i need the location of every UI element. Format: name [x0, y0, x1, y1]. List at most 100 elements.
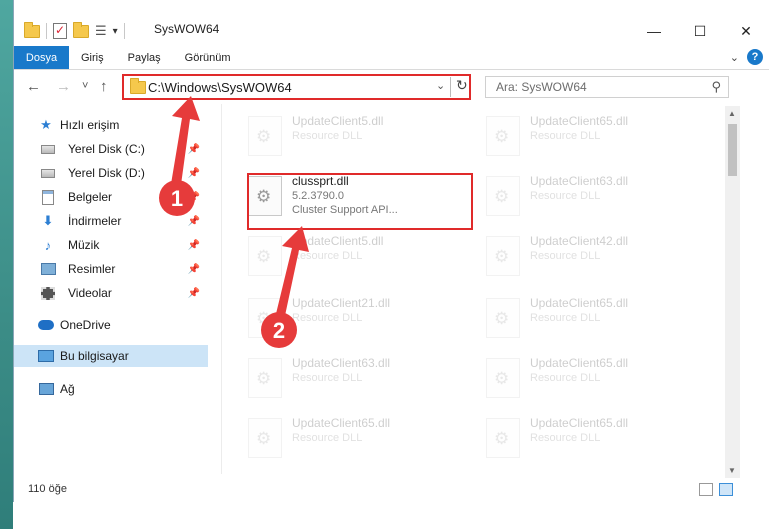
- computer-icon: [38, 350, 54, 362]
- ribbon: Dosya Giriş Paylaş Görünüm ⌄ ?: [14, 46, 769, 70]
- file-item[interactable]: UpdateClient65.dll Resource DLL: [242, 412, 472, 470]
- file-item[interactable]: UpdateClient63.dll Resource DLL: [242, 352, 472, 410]
- sidebar-item-network[interactable]: Ağ: [14, 378, 208, 400]
- file-item[interactable]: UpdateClient42.dll Resource DLL: [480, 230, 710, 288]
- refresh-icon[interactable]: ↻: [456, 77, 468, 94]
- tab-file[interactable]: Dosya: [14, 46, 69, 69]
- help-icon[interactable]: ?: [747, 49, 763, 65]
- file-description: Resource DLL: [530, 250, 601, 262]
- vertical-scrollbar[interactable]: ▲ ▼: [725, 106, 740, 478]
- new-folder-icon[interactable]: [73, 21, 89, 38]
- scroll-up-icon[interactable]: ▲: [728, 109, 736, 118]
- sidebar-item-local-disk-d[interactable]: Yerel Disk (D:) 📌: [14, 162, 208, 184]
- navigation-bar: ← → ˅ ↑ C:\Windows\SysWOW64 ⌄ ↻ Ara: Sys…: [14, 70, 769, 104]
- sidebar-item-label: Bu bilgisayar: [60, 349, 129, 363]
- details-view-icon[interactable]: [699, 483, 713, 496]
- documents-icon: [42, 189, 54, 205]
- music-icon: ♪: [44, 237, 52, 253]
- minimize-button[interactable]: —: [631, 18, 677, 44]
- file-name: UpdateClient65.dll: [530, 296, 629, 310]
- back-button[interactable]: ←: [26, 78, 41, 95]
- divider: [46, 23, 47, 39]
- window-title: SysWOW64: [154, 22, 220, 36]
- navigation-pane: ★ Hızlı erişim Yerel Disk (C:) 📌 Yerel D…: [14, 106, 210, 472]
- file-name: UpdateClient21.dll: [292, 296, 391, 310]
- scroll-down-icon[interactable]: ▼: [728, 466, 736, 475]
- explorer-window: ☰ ▾ SysWOW64 — ☐ ✕ Dosya Giriş Paylaş Gö…: [13, 0, 769, 529]
- pin-icon[interactable]: 📌: [188, 240, 200, 251]
- tab-home[interactable]: Giriş: [69, 46, 116, 69]
- sidebar-item-this-pc[interactable]: Bu bilgisayar: [14, 345, 208, 367]
- sidebar-item-label: Resimler: [68, 262, 116, 276]
- address-text[interactable]: C:\Windows\SysWOW64: [148, 80, 292, 95]
- network-icon: [38, 383, 54, 395]
- sidebar-item-local-disk-c[interactable]: Yerel Disk (C:) 📌: [14, 138, 208, 160]
- tab-share[interactable]: Paylaş: [116, 46, 173, 69]
- divider: [450, 77, 451, 97]
- dll-file-icon: [248, 418, 282, 458]
- window-bottom-edge: [13, 502, 769, 529]
- sidebar-item-documents[interactable]: Belgeler 📌: [14, 186, 208, 208]
- file-item[interactable]: UpdateClient63.dll Resource DLL: [480, 170, 710, 228]
- sidebar-item-downloads[interactable]: ⬇ İndirmeler 📌: [14, 210, 208, 232]
- pin-icon[interactable]: 📌: [188, 264, 200, 275]
- dll-file-icon: [486, 176, 520, 216]
- file-item[interactable]: UpdateClient65.dll Resource DLL: [480, 352, 710, 410]
- expand-ribbon-icon[interactable]: ⌄: [730, 51, 739, 64]
- tiles-view-icon[interactable]: [719, 483, 733, 496]
- address-dropdown-icon[interactable]: ⌄: [436, 79, 445, 92]
- drive-icon: [41, 168, 55, 178]
- dll-file-icon: [486, 418, 520, 458]
- forward-button[interactable]: →: [56, 78, 71, 95]
- dll-file-icon: [248, 298, 282, 338]
- customize-toolbar-icon[interactable]: ▾: [113, 26, 118, 37]
- close-button[interactable]: ✕: [723, 18, 769, 44]
- folder-icon: [24, 21, 40, 38]
- sidebar-item-quick-access[interactable]: ★ Hızlı erişim: [14, 114, 208, 136]
- title-bar: ☰ ▾ SysWOW64 — ☐ ✕: [14, 0, 769, 46]
- sidebar-item-music[interactable]: ♪ Müzik 📌: [14, 234, 208, 256]
- cloud-icon: [38, 320, 54, 330]
- tab-view[interactable]: Görünüm: [173, 46, 243, 69]
- search-placeholder: Ara: SysWOW64: [496, 80, 587, 94]
- up-button[interactable]: ↑: [100, 78, 108, 95]
- download-icon: ⬇: [42, 213, 54, 228]
- file-name: UpdateClient65.dll: [292, 416, 391, 430]
- file-item[interactable]: UpdateClient65.dll Resource DLL: [480, 110, 710, 168]
- pin-icon[interactable]: 📌: [188, 216, 200, 227]
- scrollbar-thumb[interactable]: [728, 124, 737, 176]
- file-name: UpdateClient65.dll: [530, 356, 629, 370]
- file-description: Resource DLL: [530, 190, 601, 202]
- pin-icon[interactable]: 📌: [188, 192, 200, 203]
- file-description: Resource DLL: [292, 130, 363, 142]
- sidebar-item-pictures[interactable]: Resimler 📌: [14, 258, 208, 280]
- pin-icon[interactable]: 📌: [188, 168, 200, 179]
- file-item[interactable]: UpdateClient21.dll Resource DLL: [242, 292, 472, 350]
- search-input[interactable]: Ara: SysWOW64 ⚲: [485, 76, 729, 98]
- highlight-box: [247, 173, 473, 230]
- file-description: Resource DLL: [292, 372, 363, 384]
- file-item[interactable]: UpdateClient65.dll Resource DLL: [480, 292, 710, 350]
- file-description: Resource DLL: [530, 312, 601, 324]
- desktop-background: [0, 0, 13, 529]
- file-description: Resource DLL: [530, 432, 601, 444]
- file-item[interactable]: UpdateClient5.dll Resource DLL: [242, 230, 472, 288]
- file-description: Resource DLL: [530, 130, 601, 142]
- address-bar[interactable]: C:\Windows\SysWOW64 ⌄ ↻: [122, 74, 471, 100]
- properties-icon[interactable]: [53, 23, 67, 39]
- quick-access-toolbar: ☰ ▾: [24, 20, 125, 42]
- recent-locations-button[interactable]: ˅: [82, 80, 88, 92]
- pin-icon[interactable]: 📌: [188, 288, 200, 299]
- sidebar-item-onedrive[interactable]: OneDrive: [14, 314, 208, 336]
- sidebar-item-videos[interactable]: Videolar 📌: [14, 282, 208, 304]
- file-name: UpdateClient63.dll: [292, 356, 391, 370]
- rename-icon[interactable]: ☰: [95, 23, 107, 39]
- maximize-button[interactable]: ☐: [677, 18, 723, 44]
- pin-icon[interactable]: 📌: [188, 144, 200, 155]
- sidebar-item-label: Yerel Disk (D:): [68, 166, 145, 180]
- file-item[interactable]: UpdateClient65.dll Resource DLL: [480, 412, 710, 470]
- file-list: UpdateClient5.dll Resource DLL UpdateCli…: [222, 104, 731, 478]
- file-item[interactable]: UpdateClient5.dll Resource DLL: [242, 110, 472, 168]
- sidebar-item-label: Videolar: [68, 286, 112, 300]
- search-icon[interactable]: ⚲: [711, 79, 721, 95]
